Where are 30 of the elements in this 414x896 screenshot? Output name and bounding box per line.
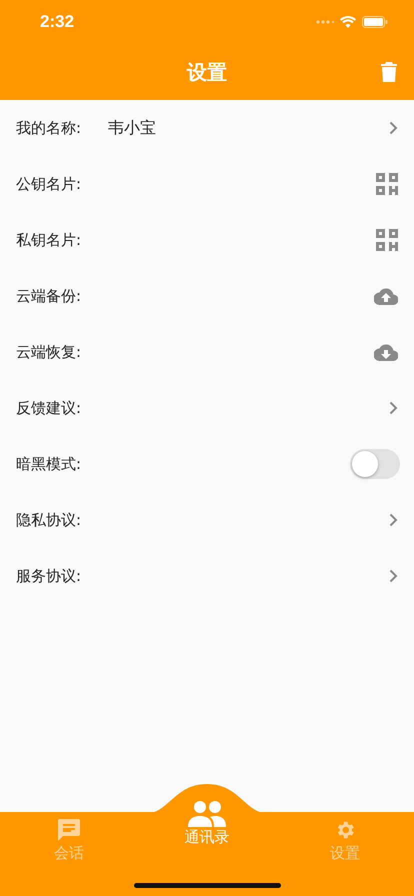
tab-item[interactable]: 通讯录 (138, 796, 276, 868)
row-label: 反馈建议: (16, 398, 82, 418)
qr-code-icon[interactable] (376, 229, 398, 251)
people-icon (188, 801, 226, 827)
row-label: 公钥名片: (16, 174, 82, 194)
qr-code-icon[interactable] (376, 173, 398, 195)
tab-item[interactable]: 设置 (276, 812, 414, 868)
row-label: 服务协议: (16, 566, 82, 586)
status-time: 2:32 (40, 12, 76, 32)
cloud-download-icon[interactable] (374, 344, 398, 360)
row-label: 我的名称: (16, 118, 82, 138)
dark-mode-switch[interactable] (350, 449, 400, 479)
row-label: 云端恢复: (16, 342, 82, 362)
chevron-right-icon[interactable] (389, 569, 398, 583)
delete-button[interactable] (378, 60, 400, 84)
battery-icon (362, 16, 388, 28)
tab-item[interactable]: 会话 (0, 812, 138, 868)
chevron-right-icon[interactable] (389, 401, 398, 415)
chevron-right-icon[interactable] (389, 513, 398, 527)
name-value: 韦小宝 (108, 118, 157, 138)
signal-icon (316, 20, 334, 24)
chevron-right-icon[interactable] (389, 121, 398, 135)
cloud-upload-icon[interactable] (374, 288, 398, 304)
row-label: 云端备份: (16, 286, 82, 306)
row-label: 隐私协议: (16, 510, 82, 530)
row-label: 私钥名片: (16, 230, 82, 250)
chat-icon (58, 819, 80, 841)
wifi-icon (340, 16, 356, 28)
page-title: 设置 (187, 58, 227, 86)
row-label: 暗黑模式: (16, 454, 82, 474)
